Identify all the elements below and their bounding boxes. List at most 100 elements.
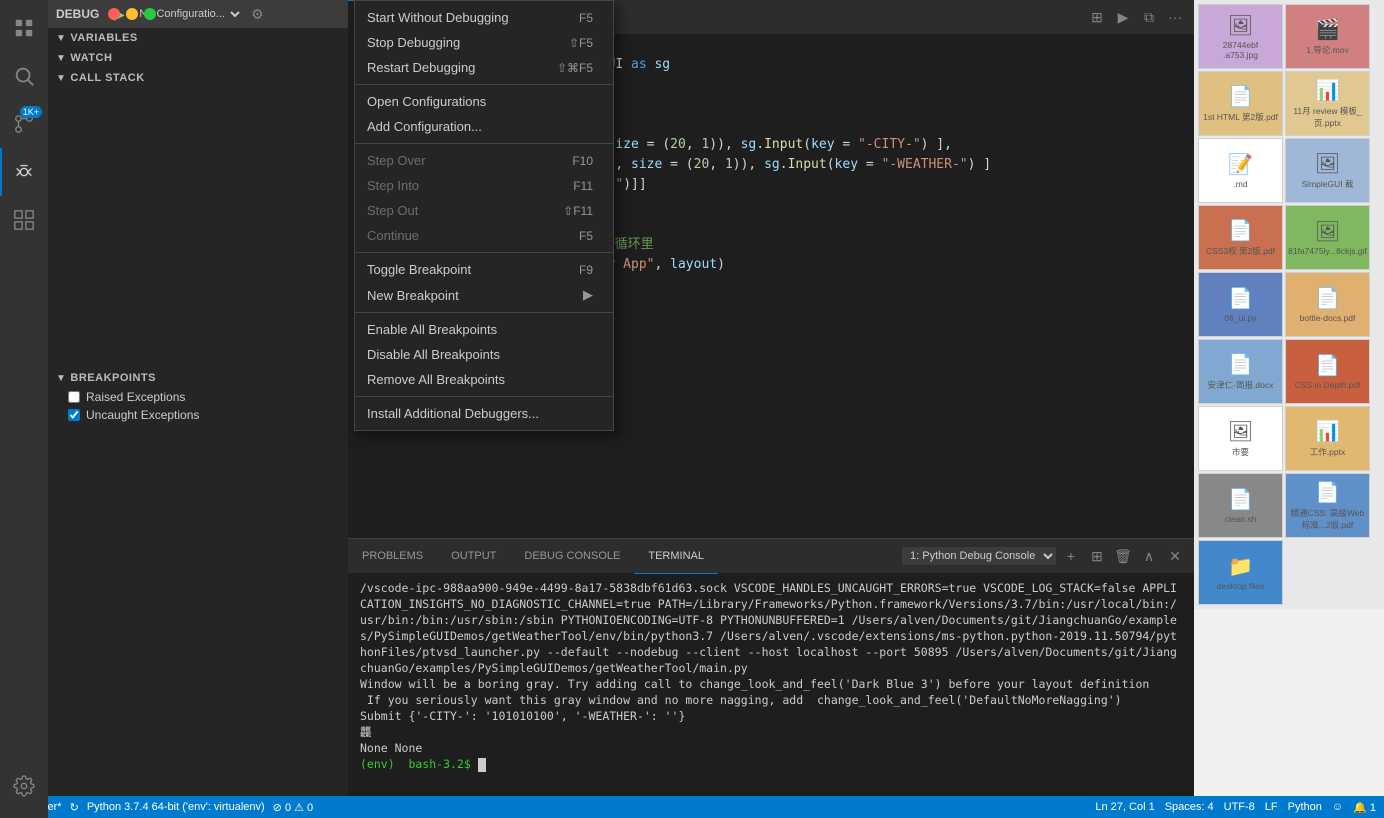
- image-icon: 🖼: [1228, 13, 1253, 38]
- watch-label: WATCH: [70, 52, 112, 64]
- menu-item-shortcut: F5: [579, 11, 593, 25]
- file-thumb-gif[interactable]: 🖼 81fa7475ly...8ckjs.gif: [1285, 205, 1370, 270]
- settings-icon[interactable]: [0, 762, 48, 810]
- status-errors[interactable]: ⊘ 0 ⚠ 0: [273, 801, 313, 814]
- maximize-button[interactable]: [144, 8, 156, 20]
- warnings-label: ⚠ 0: [294, 801, 313, 814]
- new-terminal-button[interactable]: +: [1060, 545, 1082, 567]
- menu-item-label: Open Configurations: [367, 94, 553, 109]
- split-editor-button[interactable]: ⊞: [1086, 6, 1108, 28]
- split-terminal-button[interactable]: ⊞: [1086, 545, 1108, 567]
- menu-item-enable-all-breakpoints[interactable]: Enable All Breakpoints: [355, 317, 613, 342]
- md-icon: 📝: [1228, 152, 1253, 177]
- menu-item-label: Continue: [367, 228, 539, 243]
- settings-debug-button[interactable]: ⚙: [247, 4, 267, 24]
- status-feedback[interactable]: ☺: [1332, 801, 1343, 813]
- uncaught-exceptions-label: Uncaught Exceptions: [86, 408, 199, 422]
- status-line-ending[interactable]: LF: [1265, 801, 1278, 813]
- file-thumb-gongzuo[interactable]: 📊 工作.pptx: [1285, 406, 1370, 471]
- extensions-icon[interactable]: [0, 196, 48, 244]
- css3-icon: 📄: [1228, 218, 1253, 243]
- menu-item-new-breakpoint[interactable]: New Breakpoint ▶: [355, 282, 613, 308]
- menu-item-shortcut: ⇧F11: [563, 204, 593, 218]
- source-control-icon[interactable]: 1K+: [0, 100, 48, 148]
- file-thumb-pptx[interactable]: 📊 11月 review 模板_页.pptx: [1285, 71, 1370, 136]
- kill-terminal-button[interactable]: 🗑: [1112, 545, 1134, 567]
- minimize-button[interactable]: [126, 8, 138, 20]
- close-button[interactable]: [108, 8, 120, 20]
- terminal-cursor: [478, 758, 486, 772]
- uncaught-exceptions-checkbox[interactable]: [68, 409, 80, 421]
- menu-item-label: Start Without Debugging: [367, 10, 539, 25]
- encoding-label: UTF-8: [1224, 801, 1255, 813]
- tab-terminal[interactable]: TERMINAL: [634, 539, 718, 574]
- variables-section-header[interactable]: ▼ VARIABLES: [48, 28, 348, 48]
- layout-button[interactable]: ⧉: [1138, 6, 1160, 28]
- call-stack-section-header[interactable]: ▼ CALL STACK: [48, 68, 348, 88]
- activity-bar: 1K+: [0, 0, 48, 818]
- python-icon: 📄: [1228, 286, 1253, 311]
- file-thumb-28744ebf[interactable]: 🖼 28744ebf.a753.jpg: [1198, 4, 1283, 69]
- status-python[interactable]: Python 3.7.4 64-bit ('env': virtualenv): [87, 801, 265, 813]
- call-stack-arrow: ▼: [56, 73, 66, 84]
- menu-item-label: Disable All Breakpoints: [367, 347, 553, 362]
- status-sync[interactable]: ↻: [70, 801, 79, 814]
- file-thumb-bottledocs[interactable]: 📄 bottle-docs.pdf: [1285, 272, 1370, 337]
- status-position[interactable]: Ln 27, Col 1: [1095, 801, 1154, 813]
- tab-problems[interactable]: PROBLEMS: [348, 539, 437, 574]
- menu-item-start-without-debug[interactable]: Start Without Debugging F5: [355, 5, 613, 30]
- menu-item-continue: Continue F5: [355, 223, 613, 248]
- watch-section-header[interactable]: ▼ WATCH: [48, 48, 348, 68]
- menu-item-disable-all-breakpoints[interactable]: Disable All Breakpoints: [355, 342, 613, 367]
- file-thumb-label: 市要: [1232, 446, 1249, 458]
- file-thumb-label: 06_ui.py: [1224, 313, 1256, 323]
- file-thumb-shiyao[interactable]: 🖼 市要: [1198, 406, 1283, 471]
- file-thumb-label: .md: [1233, 179, 1247, 189]
- terminal-instance-select[interactable]: 1: Python Debug Console: [902, 547, 1056, 565]
- tab-output[interactable]: OUTPUT: [437, 539, 510, 574]
- maximize-panel-button[interactable]: ∧: [1138, 545, 1160, 567]
- position-label: Ln 27, Col 1: [1095, 801, 1154, 813]
- tab-debug-console[interactable]: DEBUG CONSOLE: [510, 539, 634, 574]
- python-label: Python 3.7.4 64-bit ('env': virtualenv): [87, 801, 265, 813]
- terminal-content[interactable]: /vscode-ipc-988aa900-949e-4499-8a17-5838…: [348, 574, 1194, 818]
- file-thumb-html[interactable]: 📄 1st HTML 第2版.pdf: [1198, 71, 1283, 136]
- menu-item-restart-debugging[interactable]: Restart Debugging ⇧⌘F5: [355, 55, 613, 80]
- file-thumb-md[interactable]: 📝 .md: [1198, 138, 1283, 203]
- file-thumb-cleansh[interactable]: 📄 clean.sh: [1198, 473, 1283, 538]
- status-encoding[interactable]: UTF-8: [1224, 801, 1255, 813]
- file-thumb-cssindepth[interactable]: 📄 CSS in Depth.pdf: [1285, 339, 1370, 404]
- search-icon[interactable]: [0, 52, 48, 100]
- menu-item-open-configurations[interactable]: Open Configurations: [355, 89, 613, 114]
- raised-exceptions-checkbox[interactable]: [68, 391, 80, 403]
- file-thumb-desktop[interactable]: 📁 desktop files: [1198, 540, 1283, 605]
- menu-item-stop-debugging[interactable]: Stop Debugging ⇧F5: [355, 30, 613, 55]
- breakpoints-section-header[interactable]: ▼ BREAKPOINTS: [48, 368, 348, 388]
- debug-header: DEBUG ▶ No Configuratio... ⚙: [48, 0, 348, 28]
- file-thumb-label: bottle-docs.pdf: [1300, 313, 1356, 323]
- explorer-icon[interactable]: [0, 4, 48, 52]
- status-notifications[interactable]: 🔔 1: [1353, 801, 1376, 814]
- more-actions-button[interactable]: ···: [1164, 6, 1186, 28]
- menu-item-install-debuggers[interactable]: Install Additional Debuggers...: [355, 401, 613, 426]
- file-thumb-uipy[interactable]: 📄 06_ui.py: [1198, 272, 1283, 337]
- status-spaces[interactable]: Spaces: 4: [1165, 801, 1214, 813]
- language-label: Python: [1288, 801, 1322, 813]
- app-container: 1K+: [0, 0, 1384, 818]
- menu-item-add-configuration[interactable]: Add Configuration...: [355, 114, 613, 139]
- file-thumb-css3[interactable]: 📄 CSS3权 第2版.pdf: [1198, 205, 1283, 270]
- file-thumb-css-advanced[interactable]: 📄 精通CSS: 高级Web 标准...2版.pdf: [1285, 473, 1370, 538]
- play-button[interactable]: ▶: [1112, 6, 1134, 28]
- file-thumb-mov[interactable]: 🎬 1.导论.mov: [1285, 4, 1370, 69]
- status-language[interactable]: Python: [1288, 801, 1322, 813]
- settings-icon-container: [0, 762, 48, 810]
- file-thumb-simplgui[interactable]: 🖼 SimpleGUI 截: [1285, 138, 1370, 203]
- menu-item-label: Toggle Breakpoint: [367, 262, 539, 277]
- file-thumb-anjinren[interactable]: 📄 安津仁-简报.docx: [1198, 339, 1283, 404]
- menu-item-toggle-breakpoint[interactable]: Toggle Breakpoint F9: [355, 257, 613, 282]
- gongzuo-icon: 📊: [1315, 419, 1340, 444]
- debug-icon[interactable]: [0, 148, 48, 196]
- menu-item-remove-all-breakpoints[interactable]: Remove All Breakpoints: [355, 367, 613, 392]
- close-panel-button[interactable]: ✕: [1164, 545, 1186, 567]
- terminal-tab-actions: 1: Python Debug Console + ⊞ 🗑 ∧ ✕: [902, 545, 1194, 567]
